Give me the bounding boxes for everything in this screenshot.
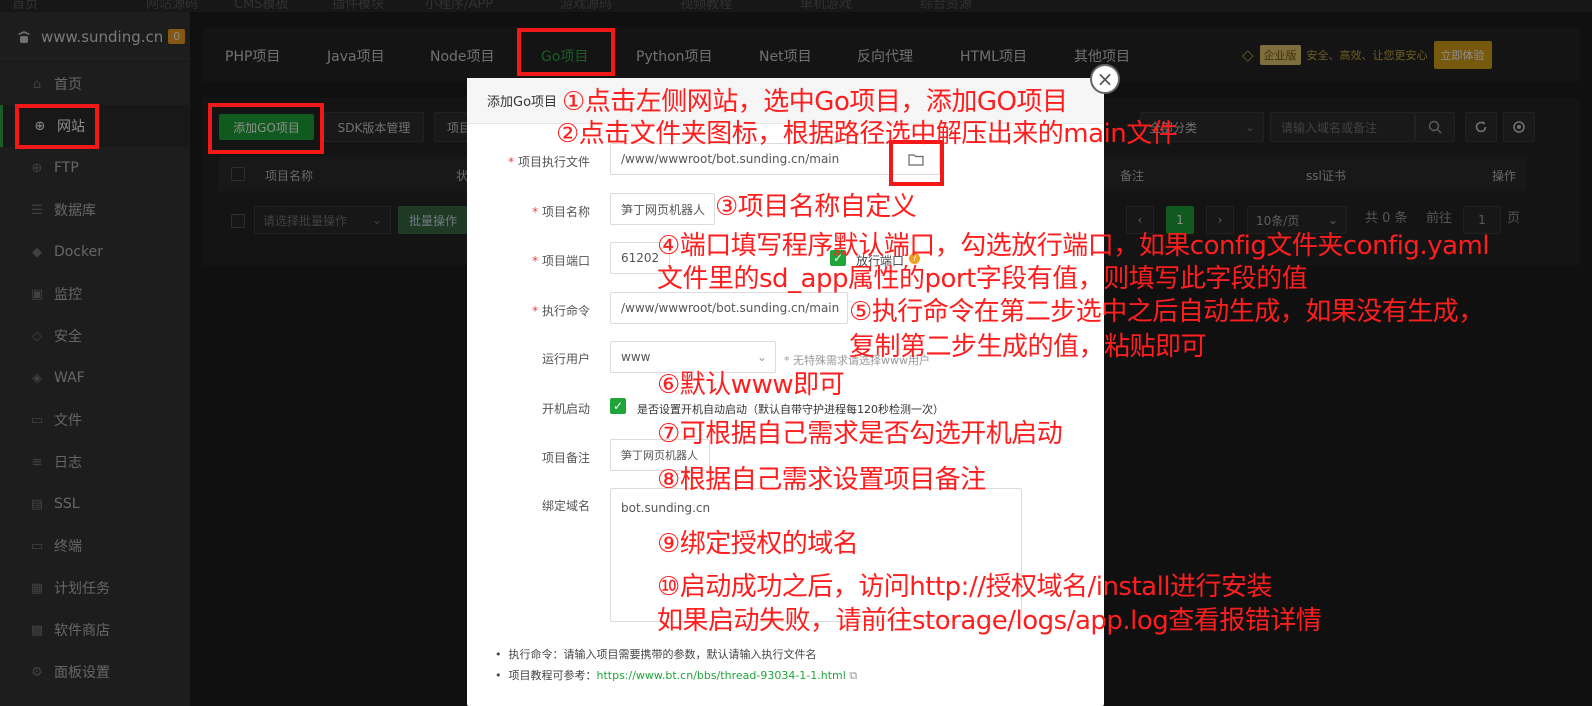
annotation-step3: ③项目名称自定义 — [715, 192, 917, 222]
label-run-user: 运行用户 — [541, 352, 590, 366]
command-input[interactable]: /www/wwwroot/bot.sunding.cn/main — [610, 292, 848, 324]
annotation-step5b: 复制第二步生成的值，粘贴即可 — [849, 332, 1207, 362]
label-exec-file: * 项目执行文件 — [508, 155, 590, 169]
close-icon[interactable]: × — [1090, 64, 1120, 94]
annotation-step7: ⑦可根据自己需求是否勾选开机启动 — [657, 419, 1063, 449]
annotation-step4b: 文件里的sd_app属性的port字段有值，则填写此字段的值 — [657, 264, 1308, 294]
tip-command: • 执行命令：请输入项目需要携带的参数，默认请输入执行文件名 — [495, 648, 817, 661]
highlight-add-button — [208, 103, 324, 154]
tip-tutorial: • 项目教程可参考：https://www.bt.cn/bbs/thread-9… — [495, 669, 858, 682]
annotation-step4a: ④端口填写程序默认端口，勾选放行端口，如果config文件夹config.yam… — [657, 231, 1490, 261]
project-name-input[interactable]: 笋丁网页机器人 — [610, 193, 715, 225]
autostart-checkbox[interactable]: ✓ — [610, 398, 626, 414]
annotation-step10b: 如果启动失败，请前往storage/logs/app.log查看报错详情 — [657, 606, 1322, 636]
tutorial-link[interactable]: https://www.bt.cn/bbs/thread-93034-1-1.h… — [596, 669, 845, 682]
annotation-step8: ⑧根据自己需求设置项目备注 — [657, 465, 986, 495]
label-project-name: * 项目名称 — [532, 205, 590, 219]
label-command: * 执行命令 — [532, 304, 590, 318]
annotation-step9: ⑨绑定授权的域名 — [657, 529, 859, 559]
label-remark: 项目备注 — [541, 451, 590, 465]
annotation-step10a: ⑩启动成功之后，访问http://授权域名/install进行安装 — [657, 572, 1273, 602]
label-autostart: 开机启动 — [541, 402, 590, 416]
external-link-icon: ⧉ — [849, 669, 858, 682]
label-port: * 项目端口 — [532, 254, 590, 268]
highlight-go-tab — [517, 28, 615, 76]
annotation-step2: ②点击文件夹图标，根据路径选中解压出来的main文件 — [556, 119, 1178, 149]
annotation-step5a: ⑤执行命令在第二步选中之后自动生成，如果没有生成， — [849, 297, 1484, 327]
highlight-website-menu — [15, 104, 99, 149]
label-domain: 绑定域名 — [541, 499, 590, 513]
annotation-step6: ⑥默认www即可 — [657, 370, 845, 400]
